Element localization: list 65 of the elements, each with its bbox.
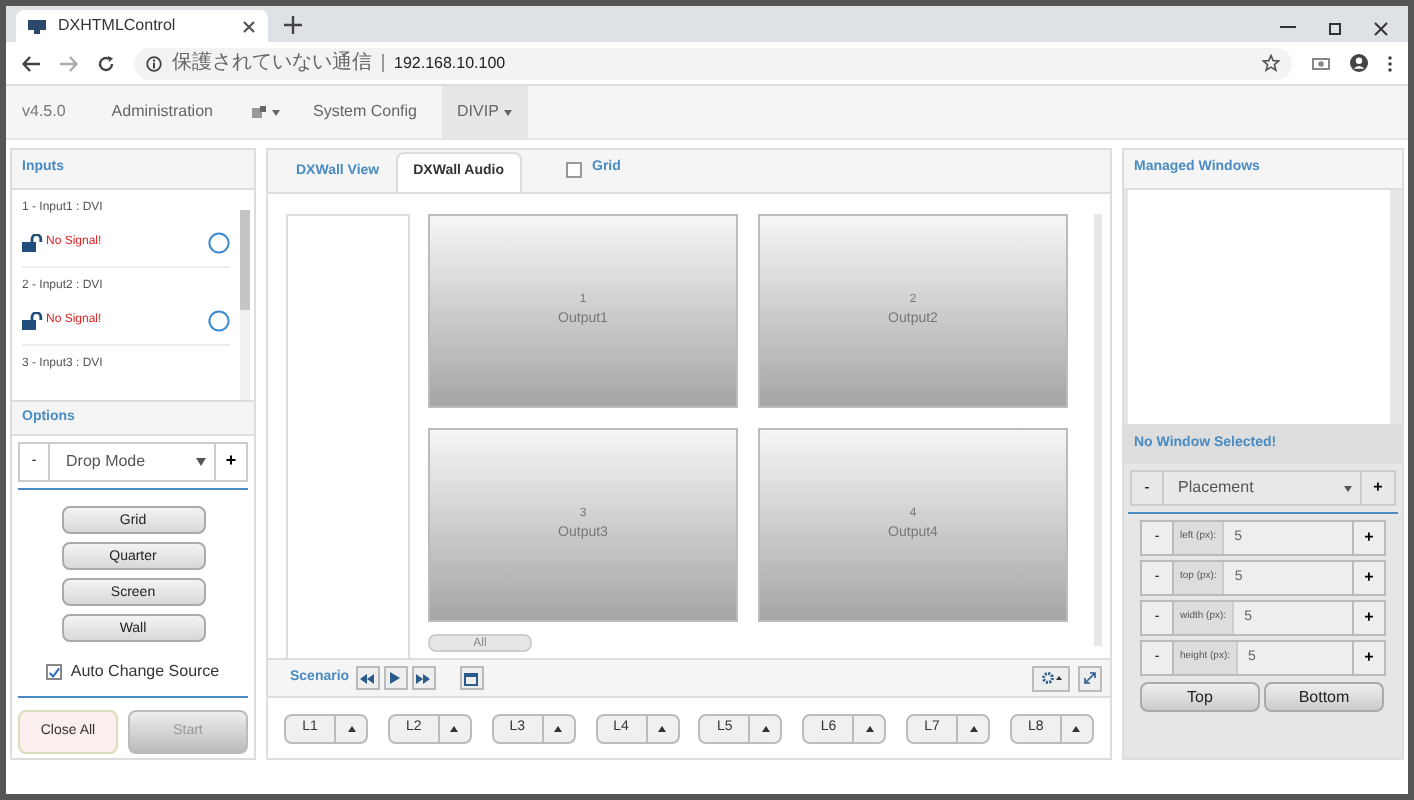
new-tab-icon[interactable] bbox=[284, 16, 302, 34]
fast-forward-button[interactable] bbox=[411, 666, 436, 690]
plus-button[interactable]: + bbox=[1352, 602, 1384, 634]
play-button[interactable] bbox=[383, 666, 408, 690]
url-text: 192.168.10.100 bbox=[394, 51, 506, 75]
settings-icon bbox=[1041, 672, 1053, 684]
restore-icon[interactable] bbox=[1328, 22, 1342, 36]
tab-title: DXHTMLControl bbox=[58, 14, 178, 38]
scrollbar[interactable] bbox=[240, 210, 250, 400]
caret-icon bbox=[347, 725, 355, 731]
info-icon bbox=[146, 55, 162, 71]
camera-icon[interactable] bbox=[1312, 56, 1330, 70]
plus-button[interactable]: + bbox=[214, 444, 246, 480]
caret-icon bbox=[504, 109, 513, 115]
profile-icon[interactable] bbox=[1350, 54, 1368, 72]
unlocked-icon bbox=[22, 312, 44, 330]
expand-button[interactable] bbox=[1078, 665, 1102, 691]
close-icon[interactable] bbox=[1374, 22, 1388, 36]
address-bar[interactable]: 保護されていない通信 192.168.10.100 bbox=[134, 47, 1292, 79]
rewind-icon bbox=[360, 673, 375, 683]
play-icon bbox=[390, 672, 401, 684]
plus-button[interactable]: + bbox=[1352, 562, 1384, 594]
tool-icon bbox=[252, 105, 267, 119]
nav-item[interactable]: System Config bbox=[296, 86, 434, 138]
close-icon[interactable] bbox=[242, 19, 256, 33]
checkbox[interactable] bbox=[566, 161, 582, 177]
settings-button[interactable] bbox=[1032, 665, 1070, 691]
caret-icon bbox=[1055, 676, 1061, 680]
caret-icon bbox=[196, 458, 206, 466]
caret-icon bbox=[761, 725, 770, 731]
bottom-button[interactable]: Bottom bbox=[1264, 682, 1384, 712]
back-icon[interactable] bbox=[22, 55, 40, 71]
calendar-icon bbox=[464, 671, 479, 685]
nav-item[interactable]: Administration bbox=[95, 86, 229, 138]
plus-button[interactable]: + bbox=[1352, 642, 1384, 674]
checkbox-label: Auto Change Source bbox=[70, 660, 220, 684]
version-label: v4.5.0 bbox=[22, 100, 66, 124]
caret-icon bbox=[272, 109, 281, 115]
star-icon[interactable] bbox=[1262, 54, 1280, 72]
plus-button[interactable]: + bbox=[1352, 522, 1384, 554]
circle-icon[interactable] bbox=[208, 310, 230, 332]
rewind-button[interactable] bbox=[355, 666, 380, 690]
caret-icon bbox=[1344, 485, 1352, 491]
placement-select[interactable]: - Placement + bbox=[1130, 470, 1396, 506]
caret-icon bbox=[450, 725, 459, 731]
caret-icon bbox=[969, 725, 978, 731]
caret-icon bbox=[658, 725, 667, 731]
minimize-icon[interactable] bbox=[1280, 26, 1296, 30]
fast-forward-icon bbox=[416, 673, 431, 683]
caret-icon bbox=[1072, 725, 1081, 731]
caret-icon bbox=[865, 725, 874, 731]
unlocked-icon bbox=[22, 234, 44, 252]
top-button[interactable]: Top bbox=[1140, 682, 1260, 712]
checkbox[interactable] bbox=[46, 664, 63, 680]
calendar-button[interactable] bbox=[459, 666, 484, 690]
circle-icon[interactable] bbox=[208, 232, 230, 254]
caret-icon bbox=[554, 725, 563, 731]
nav-item[interactable]: DIVIP bbox=[441, 86, 529, 138]
browser-tab[interactable]: DXHTMLControl bbox=[16, 10, 268, 42]
expand-icon bbox=[1084, 672, 1096, 684]
security-label: 保護されていない通信 bbox=[172, 53, 372, 73]
plus-button[interactable]: + bbox=[1360, 472, 1394, 504]
reload-icon[interactable] bbox=[98, 55, 114, 71]
monitor-icon bbox=[28, 19, 46, 33]
minus-button[interactable]: - bbox=[1132, 472, 1164, 504]
